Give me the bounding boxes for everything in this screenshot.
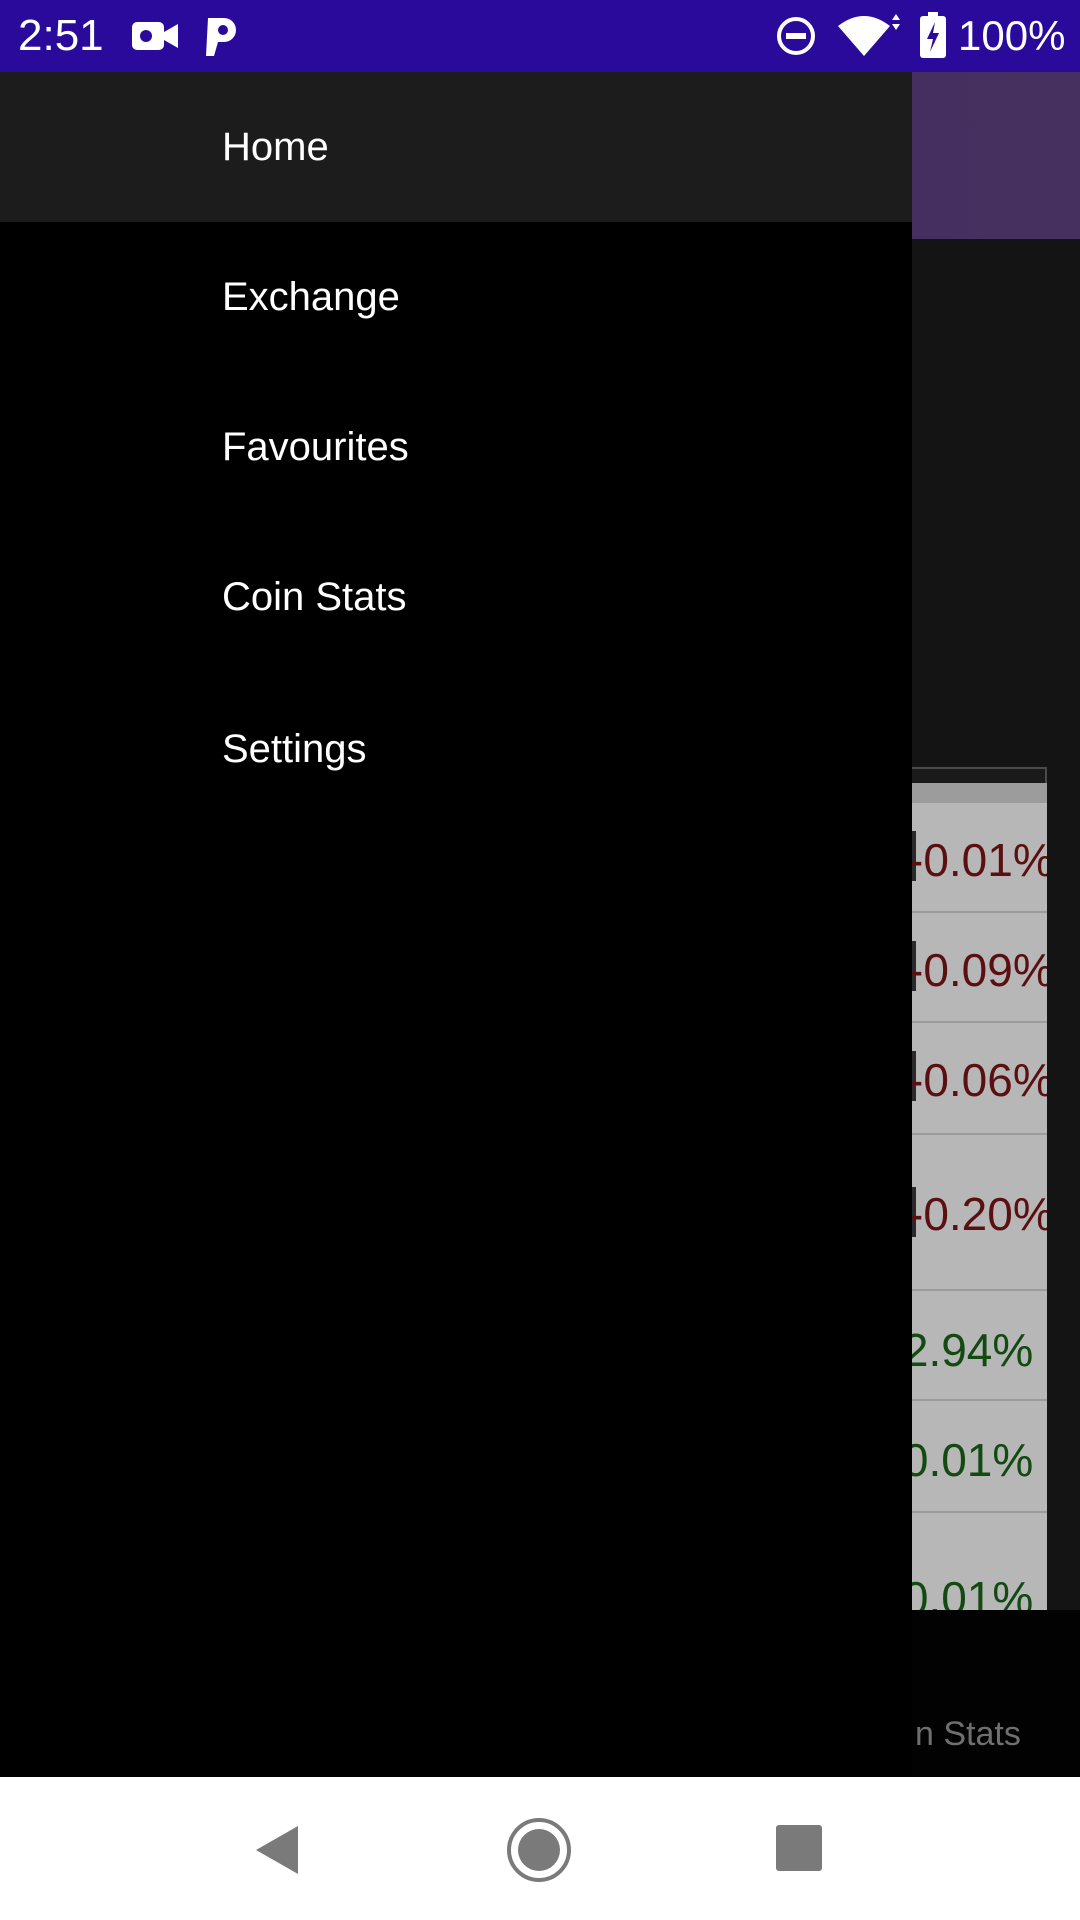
drawer-item-label: Exchange — [222, 274, 400, 319]
background-tab-label: n Stats — [915, 1715, 1021, 1753]
navigation-drawer: Home Exchange Favourites Coin Stats Sett… — [0, 72, 912, 1777]
wifi-icon — [838, 14, 900, 56]
drawer-item-exchange[interactable]: Exchange — [0, 222, 912, 372]
status-time: 2:51 — [18, 11, 104, 60]
recents-icon[interactable] — [776, 1825, 822, 1871]
battery-percentage: 100% — [958, 12, 1066, 59]
drawer-item-coin-stats[interactable]: Coin Stats — [0, 522, 912, 672]
p-app-icon — [206, 18, 236, 56]
change-value: -0.09% — [908, 944, 1047, 996]
drawer-item-favourites[interactable]: Favourites — [0, 372, 912, 522]
status-bar: 2:51 100% — [0, 0, 1080, 72]
drawer-item-label: Settings — [222, 726, 367, 771]
battery-charging-icon — [920, 12, 946, 58]
drawer-item-label: Home — [222, 124, 329, 169]
drawer-item-label: Coin Stats — [222, 574, 407, 619]
drawer-item-label: Favourites — [222, 424, 409, 469]
video-camera-icon — [132, 22, 178, 50]
drawer-item-home[interactable]: Home — [0, 72, 912, 222]
change-value: -0.06% — [908, 1054, 1047, 1106]
back-icon[interactable] — [250, 1822, 306, 1878]
system-nav-bar — [0, 1777, 1080, 1920]
drawer-item-settings[interactable]: Settings — [0, 674, 912, 824]
do-not-disturb-icon — [777, 17, 815, 55]
change-value: -0.20% — [908, 1188, 1047, 1240]
home-icon[interactable] — [506, 1817, 572, 1883]
change-value: -0.01% — [908, 834, 1047, 886]
